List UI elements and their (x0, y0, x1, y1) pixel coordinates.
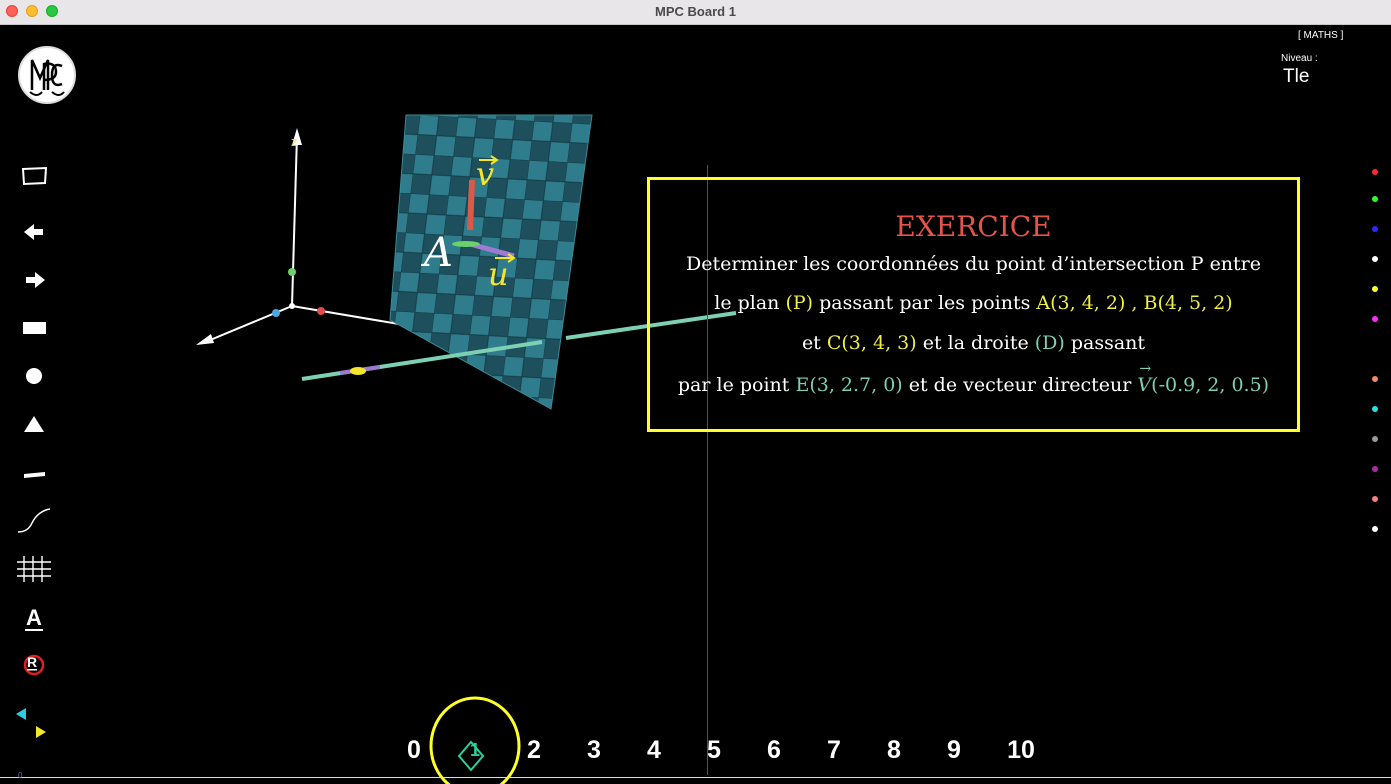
corner-indicator: 0 (18, 771, 23, 780)
current-page-highlight (429, 696, 521, 784)
selection-ellipse (429, 696, 521, 784)
bottom-divider (0, 777, 1391, 778)
current-page-diamond-icon (457, 740, 485, 772)
